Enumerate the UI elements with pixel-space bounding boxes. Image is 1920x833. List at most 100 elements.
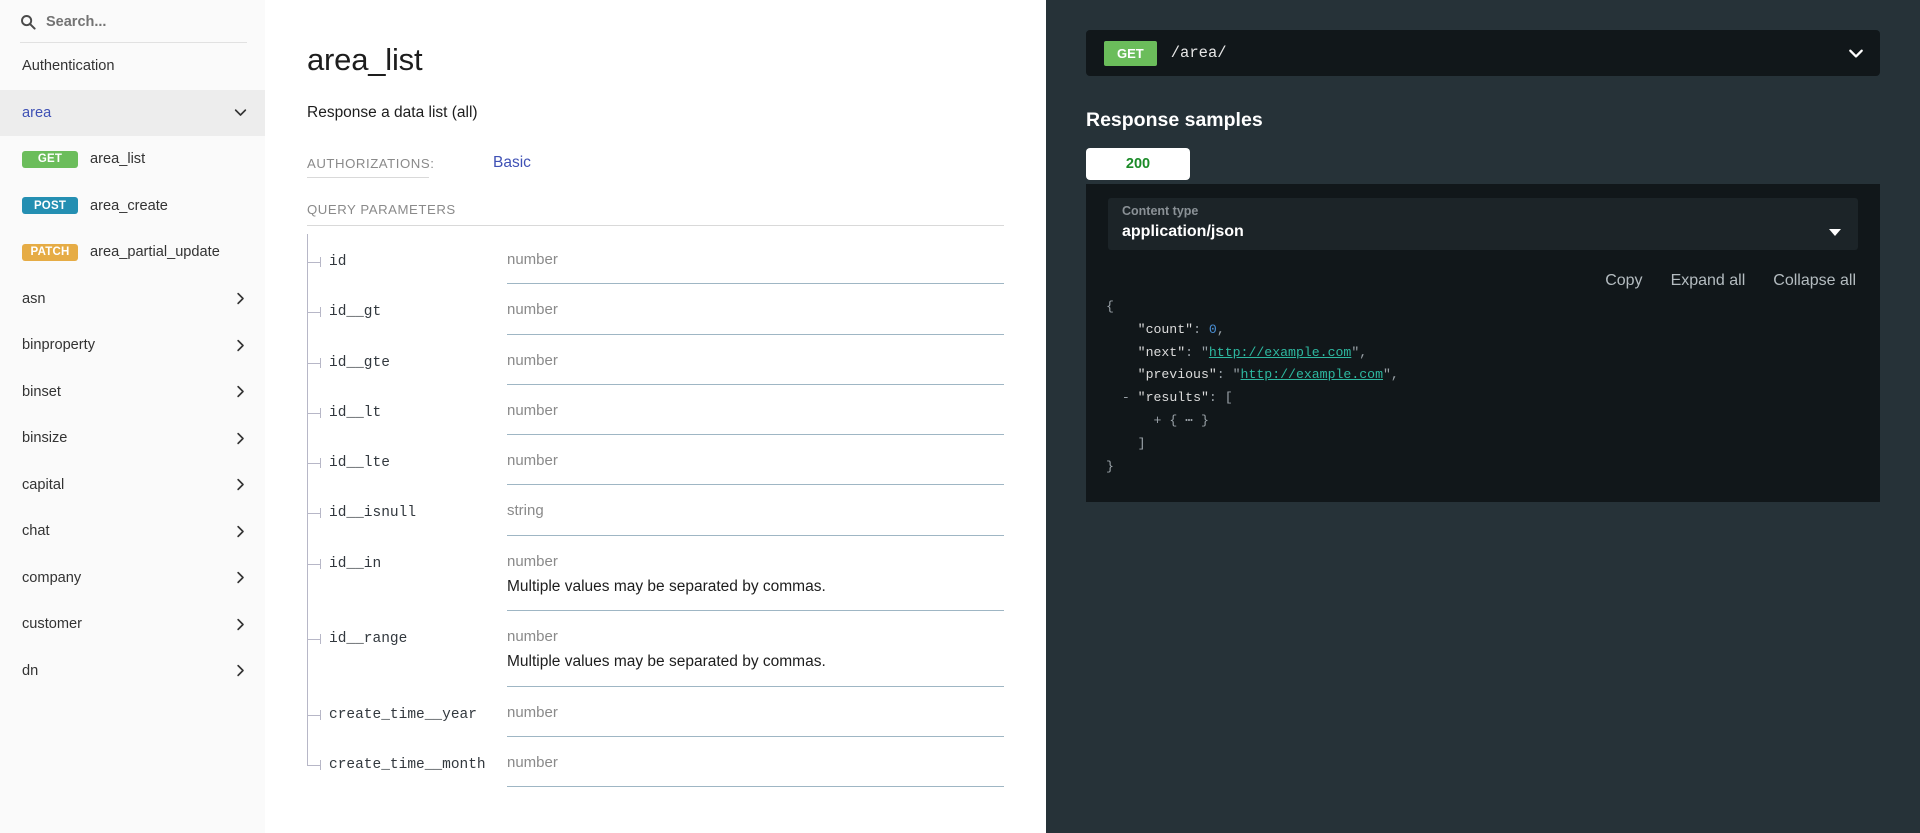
tree-line-vertical (307, 334, 308, 385)
tree-line-vertical (307, 284, 308, 335)
table-row: id__lte number (307, 435, 1004, 486)
chevron-right-icon (237, 618, 244, 630)
chevron-right-icon (237, 525, 244, 537)
param-type: number (507, 301, 558, 319)
sidebar-item-label: binsize (22, 430, 68, 447)
sidebar: Authentication area GET area_list POST a… (0, 0, 265, 833)
param-name-cell: id__lt (307, 384, 507, 435)
param-type: string (507, 502, 544, 520)
tree-tick (320, 759, 321, 770)
sidebar-item-label: company (22, 569, 82, 586)
sidebar-operation-area-list[interactable]: GET area_list (0, 136, 265, 183)
sidebar-item-label: chat (22, 523, 50, 540)
tree-line-horizontal (307, 362, 320, 364)
endpoint-bar[interactable]: GET /area/ (1086, 30, 1880, 76)
sidebar-item-asn[interactable]: asn (0, 276, 265, 323)
param-name-cell: id__lte (307, 435, 507, 486)
json-key-next: "next" (1137, 344, 1186, 360)
collapse-all-button[interactable]: Collapse all (1773, 272, 1856, 290)
tree-line-horizontal (307, 714, 320, 716)
expand-all-button[interactable]: Expand all (1671, 272, 1746, 290)
response-samples-title: Response samples (1086, 109, 1263, 131)
code-toolbar: Copy Expand all Collapse all (1106, 272, 1860, 290)
sidebar-item-area[interactable]: area (0, 89, 265, 136)
tree-line-horizontal (307, 563, 320, 565)
status-tab-200[interactable]: 200 (1086, 148, 1190, 180)
chevron-down-icon[interactable] (1848, 45, 1864, 61)
json-value-previous[interactable]: http://example.com (1241, 367, 1383, 382)
table-row: id__isnull string (307, 485, 1004, 536)
search-box[interactable] (0, 2, 265, 42)
sidebar-item-dn[interactable]: dn (0, 648, 265, 695)
tree-tick (320, 458, 321, 468)
param-name-cell: id__gte (307, 334, 507, 385)
param-info: string (507, 485, 1004, 536)
json-collapse-toggle-results[interactable]: - (1122, 390, 1130, 405)
sidebar-operation-area-partial-update[interactable]: PATCH area_partial_update (0, 229, 265, 276)
tree-line-horizontal (307, 262, 320, 263)
tree-tick (320, 407, 321, 418)
tree-tick (320, 709, 321, 720)
sidebar-item-customer[interactable]: customer (0, 601, 265, 648)
param-name: create_time__month (329, 756, 486, 773)
search-input[interactable] (46, 14, 247, 30)
method-badge-get: GET (1104, 40, 1157, 66)
param-name-cell: id__in (307, 535, 507, 611)
chevron-right-icon (237, 479, 244, 491)
param-name: create_time__year (329, 706, 477, 723)
param-name: id__in (329, 555, 382, 572)
table-row: create_time__year number (307, 686, 1004, 737)
sidebar-item-binset[interactable]: binset (0, 369, 265, 416)
param-name-cell: create_time__year (307, 686, 507, 737)
sidebar-item-capital[interactable]: capital (0, 462, 265, 509)
json-results-open-bracket: [ (1224, 390, 1233, 406)
tree-line-horizontal (307, 312, 320, 314)
param-type: number (507, 628, 558, 645)
method-badge-post: POST (22, 197, 78, 215)
param-type: number (507, 401, 558, 419)
param-info: number (507, 385, 1004, 435)
operation-label: area_list (90, 151, 146, 168)
json-value-next[interactable]: http://example.com (1209, 345, 1351, 360)
sidebar-item-label: customer (22, 616, 83, 633)
main-content: area_list Response a data list (all) AUT… (265, 0, 1046, 833)
param-name: id__range (329, 631, 408, 647)
sidebar-item-binproperty[interactable]: binproperty (0, 322, 265, 369)
table-row: id__lt number (307, 384, 1004, 435)
chevron-right-icon (237, 572, 244, 584)
param-info: number (507, 737, 1004, 787)
table-row: create_time__month number (307, 736, 1004, 787)
sidebar-operation-area-create[interactable]: POST area_create (0, 183, 265, 230)
sidebar-item-binsize[interactable]: binsize (0, 415, 265, 462)
param-name-cell: create_time__month (307, 736, 507, 787)
endpoint-path: /area/ (1170, 44, 1227, 62)
param-info: number Multiple values may be separated … (507, 611, 1004, 687)
copy-button[interactable]: Copy (1605, 272, 1642, 290)
sidebar-item-authentication[interactable]: Authentication (0, 43, 265, 90)
sidebar-item-company[interactable]: company (0, 555, 265, 602)
sidebar-item-label: asn (22, 290, 46, 307)
param-name: id__lte (329, 455, 390, 471)
authorizations-value[interactable]: Basic (493, 154, 531, 178)
param-type: number (507, 251, 558, 268)
operation-description: Response a data list (all) (307, 104, 478, 121)
tree-line-horizontal (307, 463, 320, 464)
param-type: number (507, 452, 558, 469)
query-parameters-table: id number id__gt number id__gte number i… (307, 234, 1004, 787)
tree-tick (320, 634, 321, 644)
json-expand-toggle-result-item[interactable]: + (1153, 413, 1161, 428)
method-badge-get: GET (22, 150, 78, 168)
sidebar-item-label: binproperty (22, 337, 96, 354)
param-info: number Multiple values may be separated … (507, 536, 1004, 611)
sidebar-item-chat[interactable]: chat (0, 508, 265, 555)
chevron-down-icon (234, 109, 247, 117)
tree-line-vertical (307, 611, 308, 687)
content-type-select[interactable]: Content type application/json (1108, 198, 1858, 250)
json-sample-code: { "count": 0, "next": "http://example.co… (1106, 299, 1399, 474)
tree-line-vertical (307, 535, 308, 611)
json-key-previous: "previous" (1137, 367, 1217, 383)
chevron-right-icon (237, 386, 244, 398)
json-value-count: 0 (1208, 321, 1217, 337)
param-type: number (507, 703, 558, 721)
tree-tick (320, 257, 321, 267)
